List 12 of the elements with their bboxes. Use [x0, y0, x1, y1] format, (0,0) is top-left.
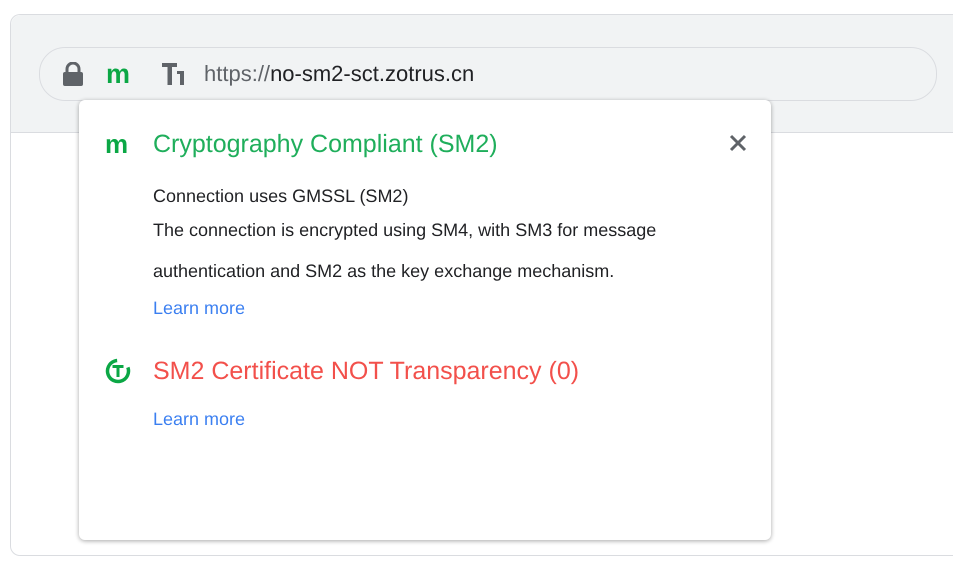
learn-more-link[interactable]: Learn more — [153, 298, 246, 319]
circled-t-icon — [105, 358, 131, 384]
connection-description: The connection is encrypted using SM4, with SM3 for message authentication and SM2 as the key exchange mechanism. — [153, 219, 658, 283]
section-title: SM2 Certificate NOT Transparency (0) — [153, 356, 580, 387]
sm2-mark-icon: m — [105, 128, 153, 319]
lock-icon[interactable] — [62, 62, 84, 86]
sm2-mark-icon[interactable]: m — [106, 60, 130, 88]
learn-more-link[interactable]: Learn more — [153, 409, 246, 430]
address-bar[interactable]: m https://no-sm2-sct.zotrus.cn — [39, 47, 937, 101]
url-text[interactable]: https://no-sm2-sct.zotrus.cn — [204, 61, 474, 87]
connection-subtitle: Connection uses GMSSL (SM2) — [153, 185, 410, 208]
section-title: Cryptography Compliant (SM2) — [153, 129, 498, 160]
